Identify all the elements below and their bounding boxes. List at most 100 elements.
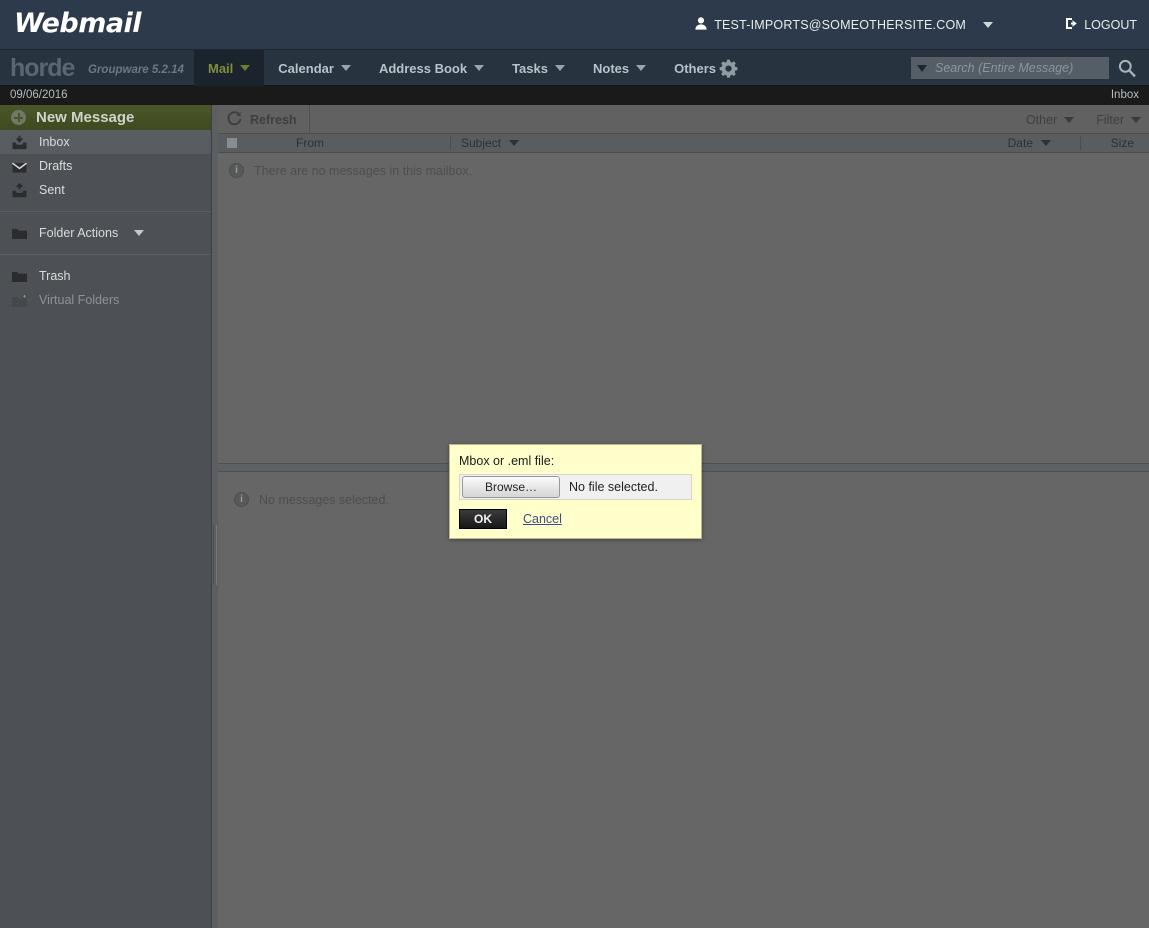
current-mailbox-label: Inbox — [1110, 89, 1139, 101]
nav-tab-others-label: Others — [674, 60, 717, 76]
search-box[interactable] — [911, 57, 1109, 79]
select-all-checkbox[interactable] — [227, 138, 237, 148]
dialog-actions: OK Cancel — [450, 500, 701, 538]
new-message-button[interactable]: New Message — [0, 105, 211, 130]
logout-label: LOGOUT — [1084, 17, 1137, 32]
sidebar-item-trash-label: Trash — [39, 269, 71, 283]
message-list-empty-row: i There are no messages in this mailbox. — [218, 163, 1149, 178]
message-list-header: From Subject Size Date — [218, 134, 1149, 153]
sent-icon — [11, 182, 28, 199]
column-header-date[interactable]: Date — [1008, 136, 1051, 150]
user-menu[interactable]: TEST-IMPORTS@SOMEOTHERSITE.COM — [695, 17, 993, 32]
ok-button[interactable]: OK — [459, 509, 507, 529]
chevron-down-icon — [1131, 116, 1141, 123]
webmail-app: Webmail TEST-IMPORTS@SOMEOTHERSITE.COM L… — [0, 0, 1149, 928]
message-list-toolbar: Refresh Other Filter — [218, 105, 1149, 134]
refresh-label: Refresh — [250, 112, 297, 127]
column-header-subject[interactable]: Subject — [450, 136, 520, 150]
nav-tab-calendar-label: Calendar — [278, 60, 334, 76]
chevron-down-icon[interactable] — [983, 21, 993, 28]
sidebar-item-virtual-folders[interactable]: Virtual Folders — [0, 288, 211, 312]
nav-tab-address-book[interactable]: Address Book — [365, 50, 498, 86]
sidebar-item-inbox-label: Inbox — [39, 135, 70, 149]
sort-descending-icon — [1041, 140, 1051, 146]
chevron-down-icon — [474, 65, 485, 71]
chevron-down-icon — [636, 65, 647, 71]
preview-pane: i No messages selected. — [218, 472, 1149, 928]
chevron-down-icon — [340, 65, 351, 71]
browse-button[interactable]: Browse… — [462, 476, 560, 498]
drafts-envelope-icon — [11, 158, 28, 175]
sidebar-item-inbox[interactable]: Inbox — [0, 130, 211, 154]
sidebar-item-drafts[interactable]: Drafts — [0, 154, 211, 178]
nav-tab-notes[interactable]: Notes — [579, 50, 660, 86]
plus-circle-icon — [11, 110, 26, 125]
brand-title: Webmail — [14, 8, 142, 39]
chevron-down-icon — [240, 65, 251, 71]
logout-button[interactable]: LOGOUT — [1065, 17, 1137, 32]
search-area — [911, 57, 1137, 79]
nav-tab-address-book-label: Address Book — [378, 60, 468, 76]
chevron-down-icon — [554, 65, 565, 71]
nav-tabs: Mail Calendar Address Book Tasks Notes O… — [194, 50, 747, 86]
filter-menu-label: Filter — [1096, 112, 1124, 127]
status-strip: 09/06/2016 Inbox — [0, 86, 1149, 105]
sidebar-divider-1 — [0, 211, 211, 212]
refresh-button[interactable]: Refresh — [218, 105, 310, 134]
sidebar: New Message Inbox Drafts Sent Folder Act… — [0, 105, 212, 928]
search-input[interactable] — [935, 61, 1103, 75]
chevron-down-icon[interactable] — [134, 230, 145, 236]
refresh-icon — [226, 110, 243, 130]
folder-icon — [11, 225, 28, 242]
inbox-icon — [11, 134, 28, 151]
sort-descending-icon — [509, 140, 520, 146]
sidebar-item-virtual-folders-label: Virtual Folders — [39, 293, 120, 307]
file-input-field[interactable]: Browse… No file selected. — [459, 474, 692, 500]
chevron-down-icon — [1064, 116, 1075, 123]
sidebar-item-sent[interactable]: Sent — [0, 178, 211, 202]
import-file-dialog: Mbox or .eml file: Browse… No file selec… — [449, 444, 702, 539]
folder-plus-icon — [11, 292, 28, 309]
sidebar-divider-2 — [0, 254, 211, 255]
column-header-date-label: Date — [1007, 136, 1033, 150]
dialog-label: Mbox or .eml file: — [459, 454, 555, 468]
user-email: TEST-IMPORTS@SOMEOTHERSITE.COM — [714, 17, 966, 32]
logout-icon — [1065, 17, 1079, 32]
column-header-from[interactable]: From — [296, 136, 324, 150]
chevron-down-icon[interactable] — [917, 64, 927, 72]
sidebar-item-folder-actions-label: Folder Actions — [39, 226, 119, 240]
horde-version: Groupware 5.2.14 — [88, 64, 184, 76]
filter-menu-button[interactable]: Filter — [1096, 113, 1141, 127]
other-menu-button[interactable]: Other — [1025, 112, 1075, 127]
brand-bar: Webmail TEST-IMPORTS@SOMEOTHERSITE.COM L… — [0, 0, 1149, 50]
search-icon[interactable] — [1117, 58, 1137, 78]
message-list-empty-text: There are no messages in this mailbox. — [254, 163, 473, 178]
nav-tab-mail[interactable]: Mail — [194, 50, 265, 86]
nav-tab-calendar[interactable]: Calendar — [264, 50, 365, 86]
nav-tab-tasks[interactable]: Tasks — [498, 50, 579, 86]
horde-logo: horde — [10, 54, 75, 82]
file-status-text: No file selected. — [569, 480, 658, 494]
sidebar-item-trash[interactable]: Trash — [0, 264, 211, 288]
nav-bar: horde Groupware 5.2.14 Mail Calendar Add… — [0, 50, 1149, 86]
column-header-size[interactable]: Size — [1079, 136, 1134, 150]
sidebar-item-drafts-label: Drafts — [39, 159, 73, 173]
other-menu-label: Other — [1025, 112, 1058, 127]
nav-tab-mail-label: Mail — [208, 60, 234, 76]
sidebar-item-folder-actions[interactable]: Folder Actions — [0, 221, 211, 245]
nav-tab-tasks-label: Tasks — [512, 60, 548, 76]
new-message-label: New Message — [36, 109, 135, 126]
cancel-link[interactable]: Cancel — [523, 512, 562, 526]
column-header-subject-label: Subject — [461, 136, 502, 150]
splitter-grip[interactable] — [213, 525, 217, 585]
info-icon: i — [229, 163, 244, 178]
nav-tab-notes-label: Notes — [592, 60, 630, 76]
gear-icon[interactable] — [718, 58, 739, 79]
current-date: 09/06/2016 — [10, 89, 68, 101]
preview-empty-text: No messages selected. — [259, 492, 389, 507]
toolbar-right-menus: Other Filter — [1026, 105, 1141, 134]
folder-icon — [11, 268, 28, 285]
info-icon: i — [234, 492, 249, 507]
sidebar-item-sent-label: Sent — [39, 183, 65, 197]
user-icon — [695, 17, 707, 32]
